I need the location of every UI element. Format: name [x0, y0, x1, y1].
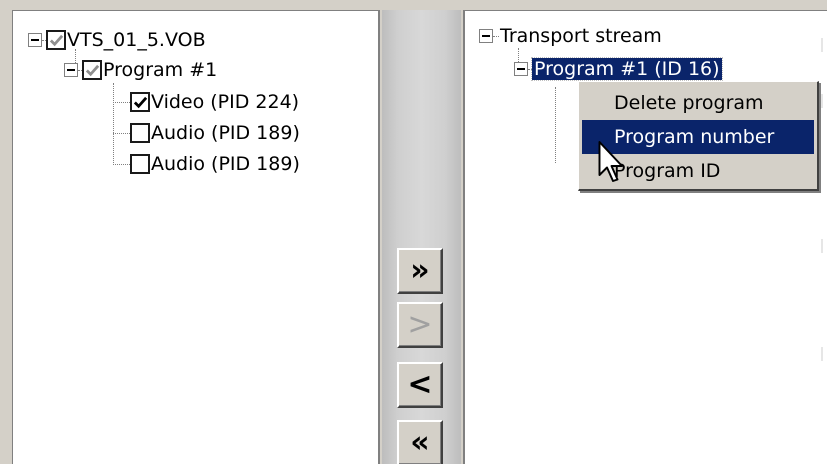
tree-node-program-label: Program #1 [103, 59, 218, 81]
selected-program-label: Program #1 (ID 16) [531, 57, 723, 81]
remove-all-button[interactable]: « [397, 420, 443, 464]
tree-node-program-selected[interactable]: Program #1 (ID 16) [514, 55, 723, 83]
tree-connector [555, 87, 556, 163]
collapse-icon[interactable] [514, 62, 528, 76]
mouse-pointer-icon [598, 141, 623, 182]
transport-stream-label: Transport stream [500, 25, 662, 47]
tree-node-stream[interactable]: Audio (PID 189) [113, 119, 300, 147]
menu-item-delete-program[interactable]: Delete program [579, 86, 817, 120]
source-tree-panel[interactable]: VTS_01_5.VOB Program #1 Video (PID 224) … [12, 10, 380, 464]
scroll-mark [821, 239, 823, 253]
remove-one-button[interactable]: < [397, 362, 443, 408]
tree-node-stream[interactable]: Audio (PID 189) [113, 150, 300, 178]
tree-node-transport-stream[interactable]: Transport stream [479, 22, 662, 50]
add-one-button[interactable]: > [397, 302, 443, 348]
stream-label: Video (PID 224) [151, 91, 300, 113]
collapse-icon[interactable] [479, 29, 493, 43]
root-checkbox[interactable] [46, 30, 66, 50]
output-tree-panel[interactable]: Transport stream Program #1 (ID 16) [463, 10, 827, 464]
tree-node-root[interactable]: VTS_01_5.VOB [28, 26, 206, 54]
tree-node-program[interactable]: Program #1 [64, 56, 217, 84]
collapse-icon[interactable] [28, 33, 42, 47]
tree-node-stream[interactable]: Video (PID 224) [113, 88, 299, 116]
stream-checkbox[interactable] [130, 123, 150, 143]
window-top-strip [0, 0, 827, 10]
stream-checkbox[interactable] [130, 154, 150, 174]
collapse-icon[interactable] [64, 63, 78, 77]
stream-label: Audio (PID 189) [151, 122, 300, 144]
stream-checkbox-checked[interactable] [130, 92, 150, 112]
add-all-button[interactable]: » [397, 248, 443, 294]
scroll-mark [821, 38, 823, 52]
program-checkbox[interactable] [82, 60, 102, 80]
scroll-mark [821, 94, 823, 108]
tree-node-root-label: VTS_01_5.VOB [67, 29, 206, 51]
stream-label: Audio (PID 189) [151, 153, 300, 175]
scroll-mark [821, 347, 823, 361]
